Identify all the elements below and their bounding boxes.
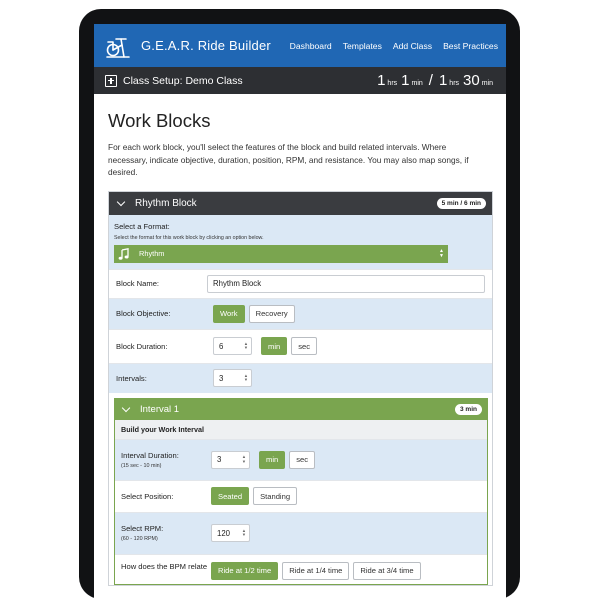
- class-setup-title: Class Setup: Demo Class: [123, 74, 243, 87]
- work-block: Rhythm Block 5 min / 6 min Select a Form…: [108, 190, 493, 586]
- rpm-label: Select RPM: (60 - 120 RPM): [121, 524, 211, 542]
- total-hours: 1: [438, 72, 448, 89]
- interval-duration-hint: (15 sec - 10 min): [121, 462, 162, 469]
- block-name-label: Block Name:: [116, 279, 160, 288]
- chevron-down-icon[interactable]: [116, 197, 126, 206]
- used-minutes: 1: [401, 72, 410, 89]
- stepper-arrows-icon[interactable]: ▲ ▼: [244, 341, 248, 351]
- format-row: Select a Format: Select the format for t…: [109, 214, 492, 269]
- block-objective-label: Block Objective:: [116, 309, 171, 318]
- app-brand: G.E.A.R. Ride Builder: [141, 38, 271, 53]
- block-header[interactable]: Rhythm Block 5 min / 6 min: [109, 191, 492, 215]
- intervals-value: 3: [219, 373, 224, 383]
- rpm-row: Select RPM: (60 - 120 RPM) 120 ▲ ▼: [115, 511, 487, 554]
- position-row: Select Position: Seated Standing: [115, 479, 487, 512]
- objective-recovery-button[interactable]: Recovery: [248, 304, 295, 323]
- select-arrows-icon: ▲ ▼: [439, 247, 444, 259]
- rpm-stepper[interactable]: 120 ▲ ▼: [211, 524, 250, 542]
- nav-templates[interactable]: Templates: [343, 41, 382, 51]
- block-duration-row: Block Duration: 6 ▲ ▼ min sec: [109, 328, 492, 363]
- block-duration-badge: 5 min / 6 min: [436, 197, 486, 209]
- app-screen: G.E.A.R. Ride Builder Dashboard Template…: [94, 24, 506, 600]
- block-duration-stepper[interactable]: 6 ▲ ▼: [213, 337, 252, 355]
- intervals-stepper[interactable]: 3 ▲ ▼: [213, 369, 252, 387]
- interval-header[interactable]: Interval 1 3 min: [115, 398, 487, 420]
- music-note-icon: [118, 247, 129, 260]
- intervals-row: Intervals: 3 ▲ ▼: [109, 362, 492, 393]
- main-content: Work Blocks For each work block, you'll …: [94, 110, 506, 586]
- position-label: Select Position:: [121, 491, 174, 501]
- position-seated-button[interactable]: Seated: [211, 487, 250, 505]
- chevron-down-icon[interactable]: [121, 403, 131, 412]
- block-name-row: Block Name:: [109, 268, 492, 298]
- format-label: Select a Format:: [114, 221, 170, 231]
- page-intro: For each work block, you'll select the f…: [108, 142, 469, 177]
- used-hours: 1: [377, 72, 386, 89]
- block-name-input[interactable]: [207, 274, 485, 293]
- duration-separator: /: [428, 72, 433, 89]
- block-duration-label: Block Duration:: [116, 341, 168, 351]
- duration-sec-button[interactable]: sec: [291, 337, 318, 355]
- total-minutes: 30: [463, 72, 480, 89]
- bpm-row: How does the BPM relate Ride at 1/2 time…: [115, 553, 487, 584]
- stepper-arrows-icon[interactable]: ▲ ▼: [242, 528, 246, 538]
- duration-min-button[interactable]: min: [261, 337, 288, 355]
- stepper-arrows-icon[interactable]: ▲ ▼: [242, 454, 246, 464]
- objective-work-button[interactable]: Work: [213, 304, 245, 323]
- block-title: Rhythm Block: [135, 197, 197, 209]
- block-objective-row: Block Objective: Work Recovery: [109, 297, 492, 329]
- nav-dashboard[interactable]: Dashboard: [290, 41, 332, 51]
- plus-square-icon[interactable]: [105, 74, 117, 87]
- position-standing-button[interactable]: Standing: [253, 487, 298, 505]
- bpm-label: How does the BPM relate: [121, 561, 208, 571]
- hours-unit: hrs: [449, 80, 460, 87]
- stepper-arrows-icon[interactable]: ▲ ▼: [244, 373, 248, 383]
- minutes-unit: min: [481, 80, 493, 87]
- interval-card: Interval 1 3 min Build your Work Interva…: [114, 397, 488, 585]
- interval-subhead: Build your Work Interval: [115, 419, 487, 439]
- bpm-three-quarter-time-button[interactable]: Ride at 3/4 time: [353, 561, 421, 580]
- interval-title: Interval 1: [140, 403, 180, 415]
- page-title: Work Blocks: [108, 110, 211, 131]
- class-setup-bar[interactable]: Class Setup: Demo Class 1 hrs 1 min / 1 …: [94, 67, 506, 94]
- format-hint: Select the format for this work block by…: [114, 234, 264, 241]
- rpm-label-text: Select RPM:: [121, 524, 164, 533]
- block-duration-value: 6: [219, 341, 224, 351]
- interval-sec-button[interactable]: sec: [289, 450, 316, 469]
- interval-duration-label-text: Interval Duration:: [121, 450, 179, 460]
- interval-duration-value: 3: [217, 455, 222, 464]
- interval-min-button[interactable]: min: [259, 450, 286, 469]
- top-navbar: G.E.A.R. Ride Builder Dashboard Template…: [94, 24, 506, 67]
- format-select[interactable]: Rhythm ▲ ▼: [114, 244, 448, 263]
- bpm-half-time-button[interactable]: Ride at 1/2 time: [211, 561, 279, 580]
- stationary-bike-icon: [106, 37, 130, 58]
- nav-best-practices[interactable]: Best Practices: [443, 41, 498, 51]
- hours-unit: hrs: [387, 80, 398, 87]
- nav-add-class[interactable]: Add Class: [393, 41, 432, 51]
- minutes-unit: min: [411, 80, 423, 87]
- interval-duration-stepper[interactable]: 3 ▲ ▼: [211, 450, 250, 469]
- intervals-label: Intervals:: [116, 373, 147, 383]
- class-duration: 1 hrs 1 min / 1 hrs 30 min: [377, 72, 497, 89]
- bpm-quarter-time-button[interactable]: Ride at 1/4 time: [282, 561, 350, 580]
- interval-duration-row: Interval Duration: (15 sec - 10 min) 3 ▲…: [115, 438, 487, 480]
- rpm-value: 120: [217, 528, 231, 538]
- rpm-hint: (60 - 120 RPM): [121, 536, 158, 542]
- interval-duration-badge: 3 min: [455, 403, 482, 415]
- nav-links: Dashboard Templates Add Class Best Pract…: [290, 41, 498, 51]
- interval-duration-label: Interval Duration: (15 sec - 10 min): [121, 451, 211, 469]
- format-select-value: Rhythm: [139, 249, 165, 258]
